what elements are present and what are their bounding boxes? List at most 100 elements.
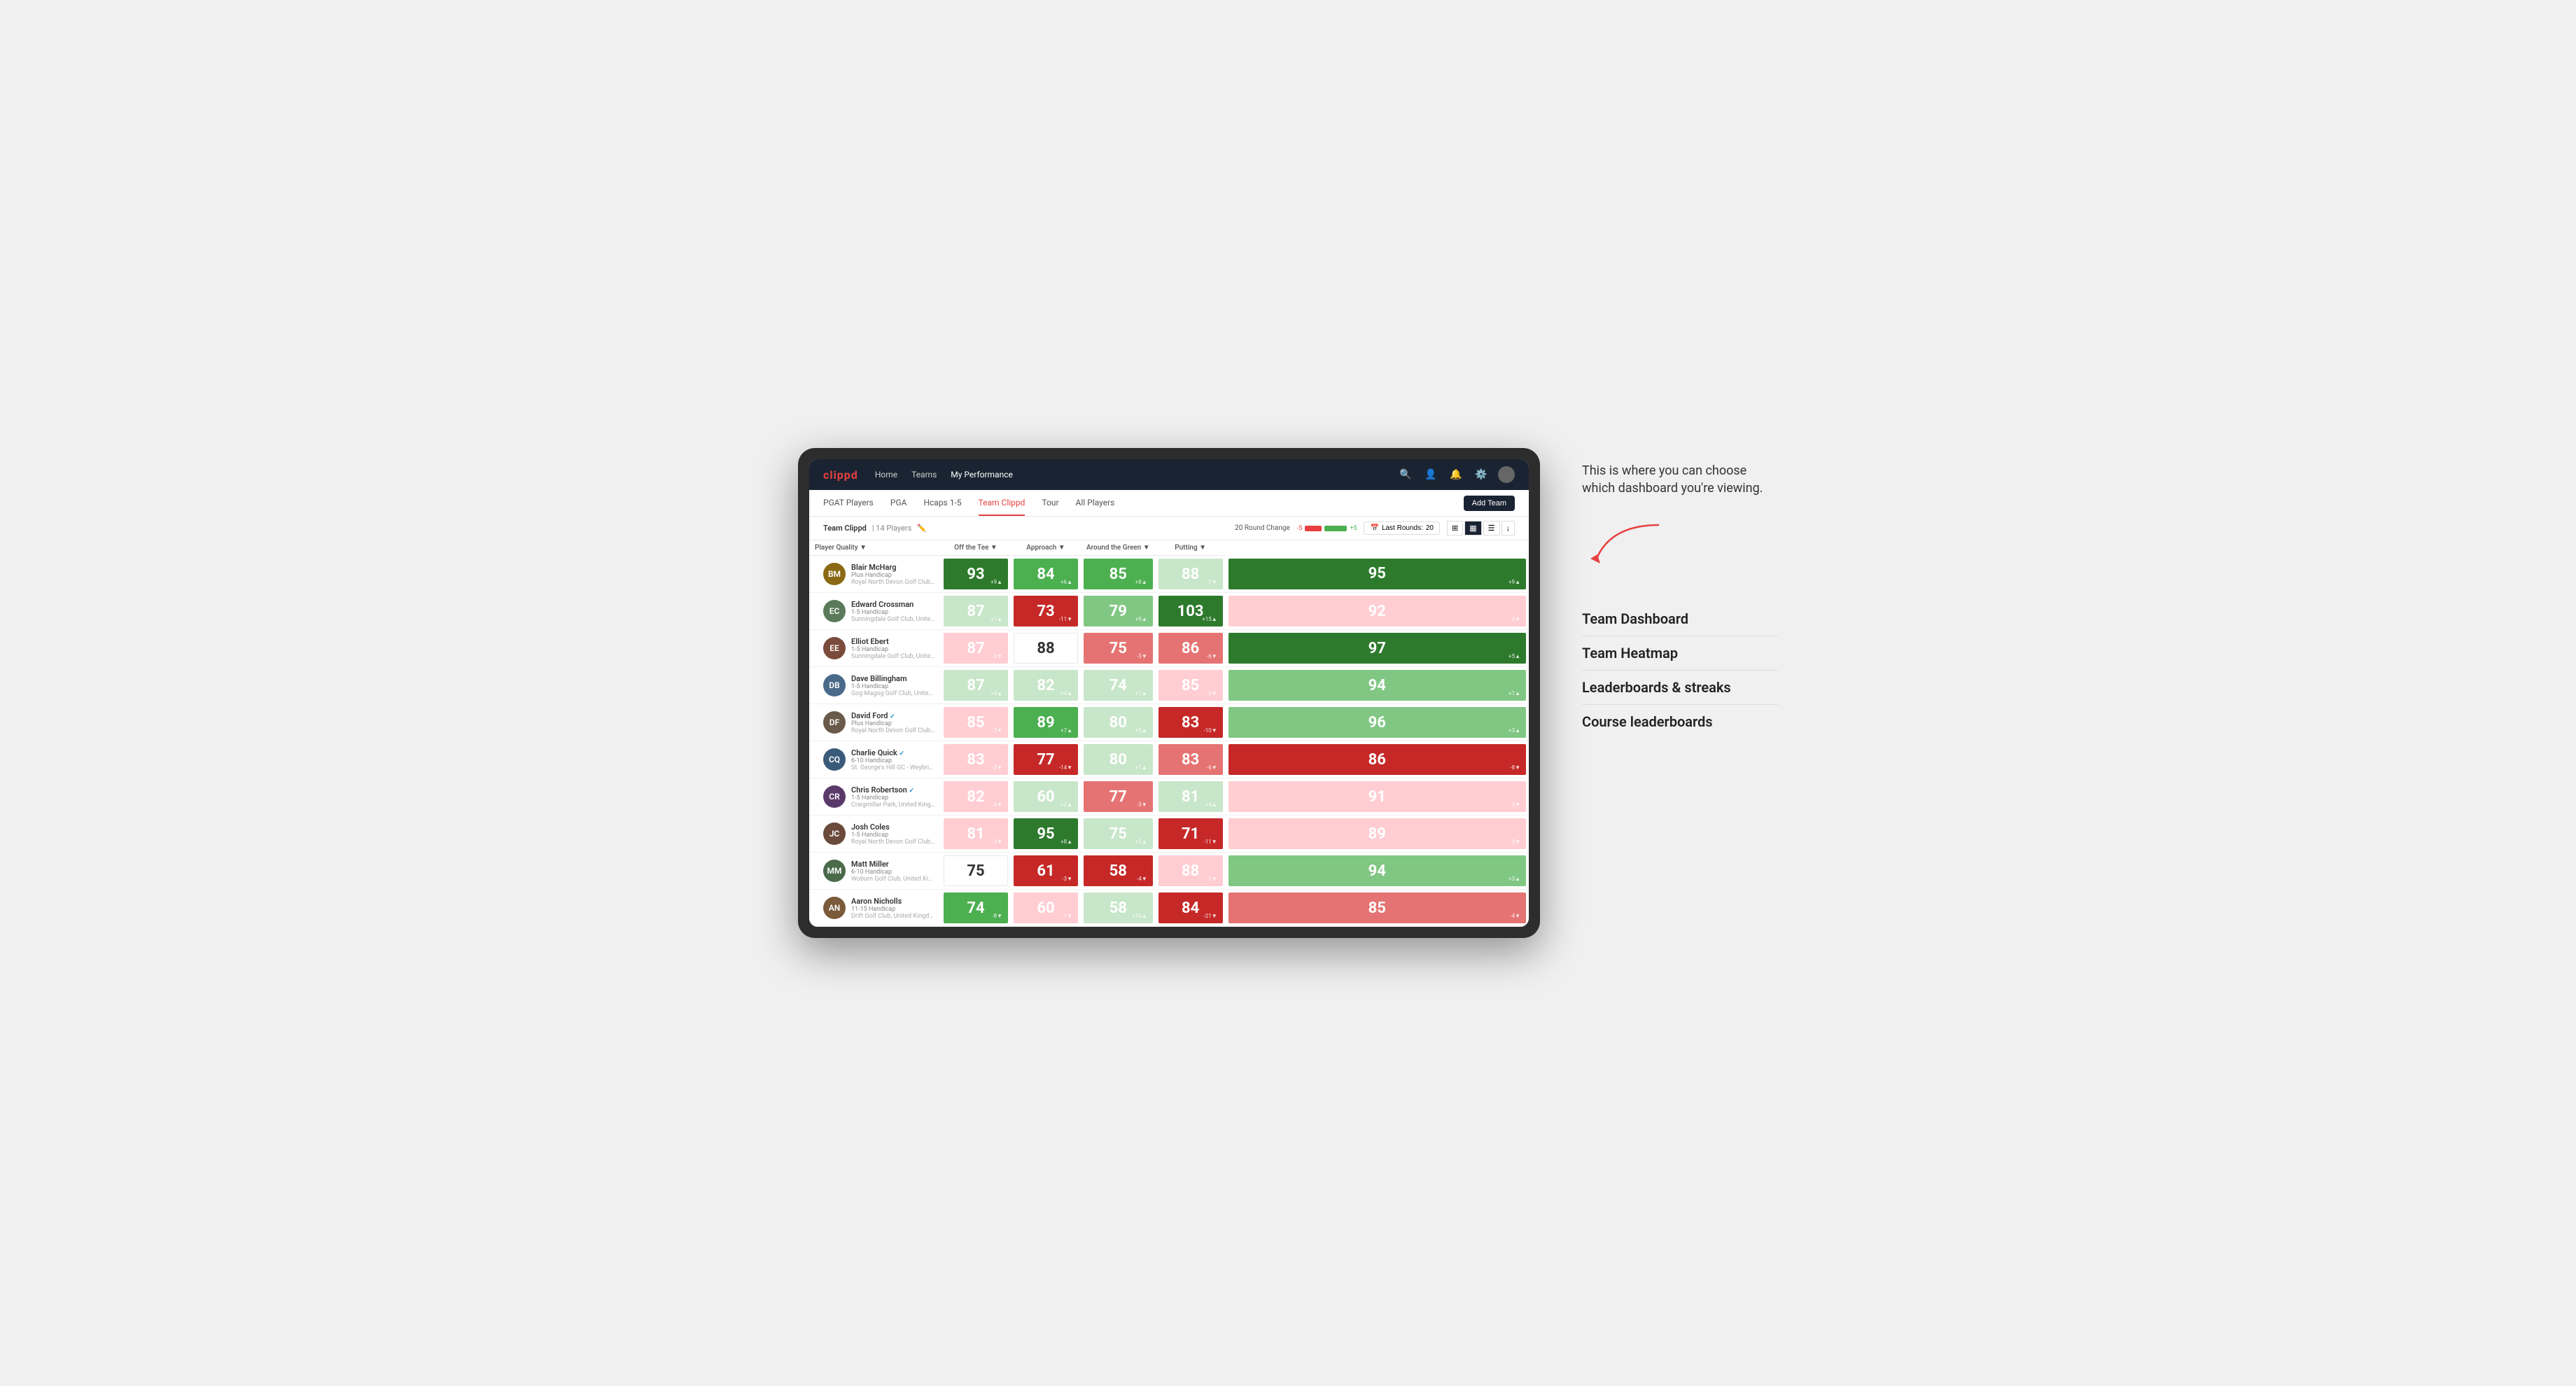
score-value: 85 [1110, 566, 1127, 583]
nav-link-home[interactable]: Home [875, 467, 897, 482]
player-cell-5: CQ Charlie Quick ✓ 6-10 Handicap St. Geo… [809, 741, 941, 778]
score-value: 81 [967, 825, 984, 843]
nav-link-myperformance[interactable]: My Performance [951, 467, 1013, 482]
score-value: 86 [1368, 751, 1386, 769]
score-change: +4▲ [1205, 802, 1217, 808]
score-cell-2-2: 75 -3▼ [1081, 630, 1156, 667]
player-info: Charlie Quick ✓ 6-10 Handicap St. George… [851, 748, 935, 771]
score-cell-6-0: 82 -3▼ [941, 778, 1011, 816]
player-cell-2: EE Elliot Ebert 1-5 Handicap Sunningdale… [809, 630, 941, 667]
score-value: 60 [1037, 899, 1054, 917]
score-change: -1▼ [1062, 913, 1072, 919]
subnav-pga[interactable]: PGA [890, 491, 907, 516]
last-rounds-button[interactable]: 📅 Last Rounds: 20 [1364, 522, 1440, 535]
nav-link-teams[interactable]: Teams [911, 467, 937, 482]
score-cell-0-1: 84 +6▲ [1011, 556, 1081, 593]
table-row[interactable]: EE Elliot Ebert 1-5 Handicap Sunningdale… [809, 630, 1529, 667]
player-club: Woburn Golf Club, United Kingdom [851, 876, 935, 883]
score-value: 71 [1182, 825, 1199, 843]
score-change: -3▼ [1137, 802, 1147, 808]
score-cell-7-3: 71 -11▼ [1156, 816, 1226, 853]
score-cell-4-3: 83 -10▼ [1156, 704, 1226, 741]
score-change: +5▲ [1508, 653, 1520, 659]
last-rounds-value: 20 [1426, 524, 1434, 532]
edit-icon[interactable]: ✏️ [917, 524, 927, 533]
avatar[interactable] [1498, 466, 1515, 483]
table-row[interactable]: DB Dave Billingham 1-5 Handicap Gog Mago… [809, 667, 1529, 704]
score-value: 87 [967, 640, 984, 657]
score-change: -2▼ [1510, 839, 1520, 845]
table-row[interactable]: EC Edward Crossman 1-5 Handicap Sunningd… [809, 593, 1529, 630]
team-count: | 14 Players [872, 524, 911, 533]
grid-view-btn[interactable]: ⊞ [1447, 521, 1463, 536]
team-name: Team Clippd [823, 524, 867, 533]
score-cell-8-3: 88 -2▼ [1156, 853, 1226, 890]
settings-icon[interactable]: ⚙️ [1473, 466, 1490, 483]
table-row[interactable]: JC Josh Coles 1-5 Handicap Royal North D… [809, 816, 1529, 853]
subnav-teamclippd[interactable]: Team Clippd [979, 491, 1026, 516]
subnav-hcaps[interactable]: Hcaps 1-5 [923, 491, 961, 516]
score-cell-0-0: 93 +9▲ [941, 556, 1011, 593]
subnav-allplayers[interactable]: All Players [1076, 491, 1115, 516]
col-header-offtee[interactable]: Off the Tee ▼ [941, 540, 1011, 556]
player-avatar: CQ [823, 748, 846, 771]
player-info: Aaron Nicholls 11-15 Handicap Drift Golf… [851, 897, 935, 920]
score-cell-3-4: 94 +1▲ [1226, 667, 1529, 704]
search-icon[interactable]: 🔍 [1397, 466, 1414, 483]
add-team-button[interactable]: Add Team [1464, 496, 1515, 511]
list-view-btn[interactable]: ☰ [1483, 521, 1500, 536]
player-name: Elliot Ebert [851, 637, 935, 646]
player-handicap: 6-10 Handicap [851, 757, 935, 764]
score-cell-2-1: 88 [1011, 630, 1081, 667]
score-cell-0-4: 95 +9▲ [1226, 556, 1529, 593]
player-handicap: 1-5 Handicap [851, 683, 935, 690]
menu-item[interactable]: Course leaderboards [1582, 705, 1778, 738]
score-cell-6-1: 60 +2▲ [1011, 778, 1081, 816]
last-rounds-label: Last Rounds: [1382, 524, 1423, 532]
download-btn[interactable]: ↓ [1502, 521, 1516, 536]
subnav-pgat[interactable]: PGAT Players [823, 491, 874, 516]
player-cell-7: JC Josh Coles 1-5 Handicap Royal North D… [809, 816, 941, 853]
subnav-tour[interactable]: Tour [1042, 491, 1058, 516]
player-info: Matt Miller 6-10 Handicap Woburn Golf Cl… [851, 860, 935, 883]
table-row[interactable]: MM Matt Miller 6-10 Handicap Woburn Golf… [809, 853, 1529, 890]
menu-item[interactable]: Leaderboards & streaks [1582, 671, 1778, 705]
score-change: +9▲ [990, 579, 1002, 585]
top-nav: clippd Home Teams My Performance 🔍 👤 🔔 ⚙… [809, 459, 1529, 490]
player-name: Matt Miller [851, 860, 935, 869]
menu-item[interactable]: Team Dashboard [1582, 602, 1778, 636]
score-change: -3▼ [992, 802, 1002, 808]
logo[interactable]: clippd [823, 468, 858, 482]
menu-item[interactable]: Team Heatmap [1582, 636, 1778, 671]
player-cell-0: BM Blair McHarg Plus Handicap Royal Nort… [809, 556, 941, 593]
neg-bar [1305, 526, 1322, 531]
table-row[interactable]: CR Chris Robertson ✓ 1-5 Handicap Craigm… [809, 778, 1529, 816]
table-row[interactable]: BM Blair McHarg Plus Handicap Royal Nort… [809, 556, 1529, 593]
player-avatar: EE [823, 637, 846, 659]
bell-icon[interactable]: 🔔 [1448, 466, 1464, 483]
score-value: 77 [1110, 788, 1127, 806]
score-change: -6▼ [1207, 764, 1217, 771]
data-table: Player Quality ▼ Off the Tee ▼ Approach … [809, 540, 1529, 927]
score-change: +2▲ [1060, 802, 1072, 808]
score-change: +7▲ [1060, 727, 1072, 734]
col-header-putting[interactable]: Putting ▼ [1156, 540, 1226, 556]
table-row[interactable]: CQ Charlie Quick ✓ 6-10 Handicap St. Geo… [809, 741, 1529, 778]
col-header-around[interactable]: Around the Green ▼ [1081, 540, 1156, 556]
score-value: 74 [967, 899, 984, 917]
col-header-approach[interactable]: Approach ▼ [1011, 540, 1081, 556]
score-change: -4▼ [1137, 876, 1147, 882]
score-value: 80 [1110, 714, 1127, 732]
player-avatar: DB [823, 674, 846, 696]
score-value: 74 [1110, 677, 1127, 694]
table-row[interactable]: DF David Ford ✓ Plus Handicap Royal Nort… [809, 704, 1529, 741]
player-handicap: 6-10 Handicap [851, 869, 935, 876]
heatmap-view-btn[interactable]: ▦ [1464, 521, 1481, 536]
col-header-player[interactable]: Player Quality ▼ [809, 540, 941, 556]
score-value: 92 [1368, 603, 1386, 620]
user-icon[interactable]: 👤 [1422, 466, 1439, 483]
table-row[interactable]: AN Aaron Nicholls 11-15 Handicap Drift G… [809, 890, 1529, 927]
score-change: +1▲ [1135, 690, 1147, 696]
change-neg: -5 [1297, 525, 1303, 532]
change-bar: -5 +5 [1297, 525, 1357, 532]
